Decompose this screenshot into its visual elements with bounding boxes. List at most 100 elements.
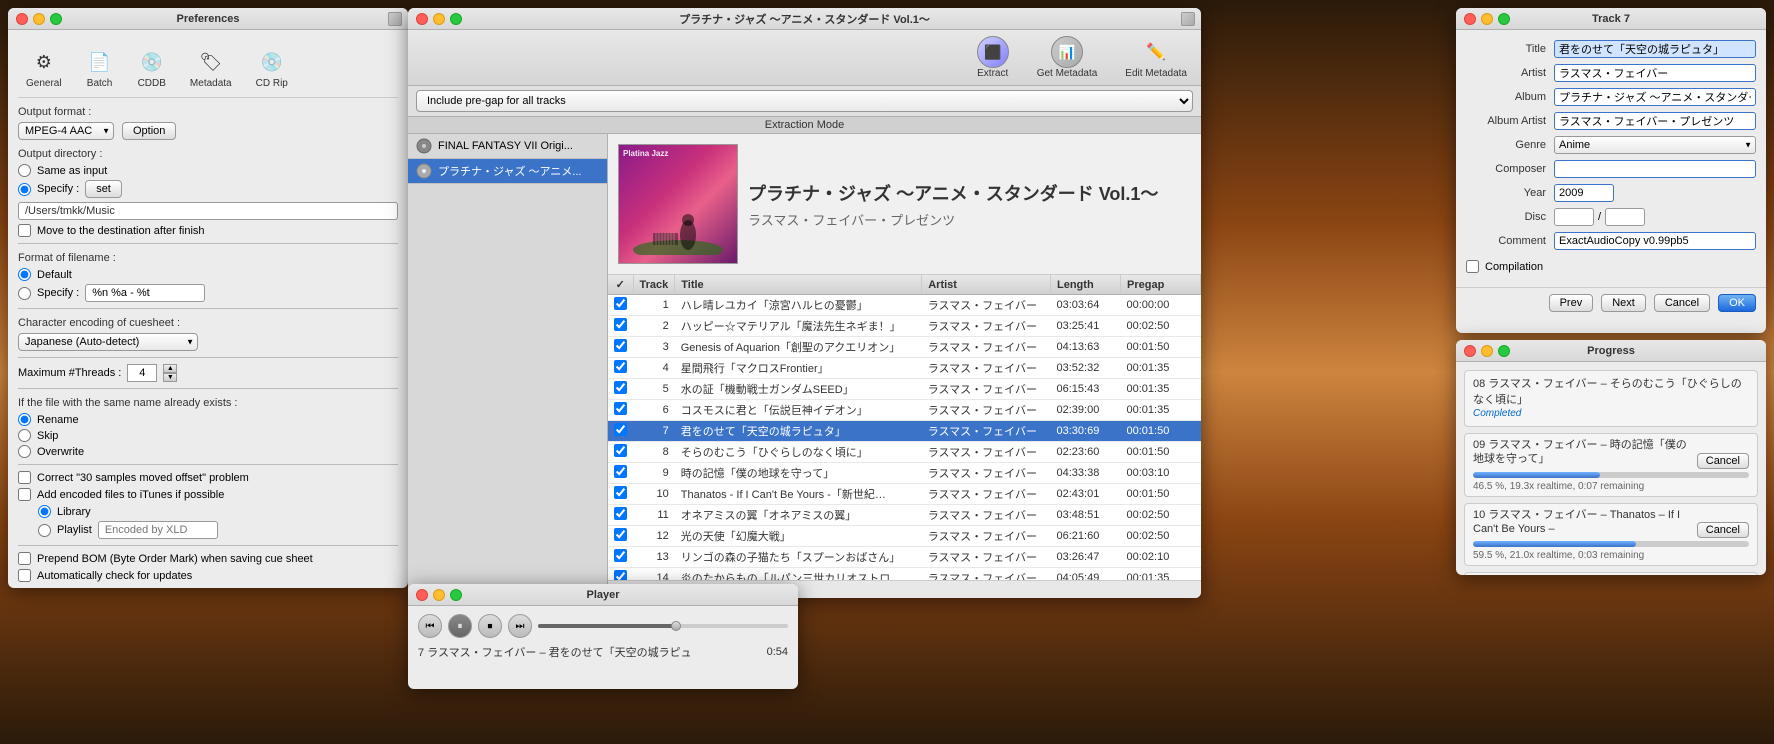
player-slider-thumb[interactable]: [671, 621, 681, 631]
table-row[interactable]: 7 君をのせて「天空の城ラピュタ」 ラスマス・フェイバー 03:30:69 00…: [608, 421, 1201, 442]
progress-maximize-btn[interactable]: [1498, 345, 1510, 357]
encoding-select[interactable]: Japanese (Auto-detect): [18, 333, 198, 351]
track-check-10[interactable]: [608, 505, 633, 526]
playlist-radio[interactable]: [38, 524, 51, 537]
comment-field-input[interactable]: [1554, 232, 1756, 250]
player-minimize-btn[interactable]: [433, 589, 445, 601]
table-row[interactable]: 6 コスモスに君と「伝説巨神イデオン」 ラスマス・フェイバー 02:39:00 …: [608, 400, 1201, 421]
main-resize-handle[interactable]: [1181, 12, 1195, 26]
track7-minimize-btn[interactable]: [1481, 13, 1493, 25]
disc-total-input[interactable]: [1605, 208, 1645, 226]
prev-button[interactable]: Prev: [1549, 294, 1594, 312]
cancel-button[interactable]: Cancel: [1654, 294, 1710, 312]
format-field[interactable]: [85, 284, 205, 302]
genre-select-wrapper[interactable]: Anime ▼: [1554, 136, 1756, 154]
track-checkbox-1[interactable]: [614, 318, 627, 331]
metadata-toolbar-btn[interactable]: 🏷 Metadata: [182, 44, 240, 93]
main-minimize-btn[interactable]: [433, 13, 445, 25]
thread-count-input[interactable]: [127, 364, 157, 382]
track7-maximize-btn[interactable]: [1498, 13, 1510, 25]
edit-metadata-btn[interactable]: ✏️ Edit Metadata: [1119, 34, 1193, 81]
player-next-btn[interactable]: ⏭: [508, 614, 532, 638]
track-check-1[interactable]: [608, 316, 633, 337]
disc-input[interactable]: [1554, 208, 1594, 226]
artist-field-input[interactable]: [1554, 64, 1756, 82]
overwrite-radio[interactable]: [18, 445, 31, 458]
track-checkbox-6[interactable]: [614, 423, 627, 436]
title-field-input[interactable]: [1554, 40, 1756, 58]
progress-10-cancel-btn[interactable]: Cancel: [1697, 522, 1749, 538]
resize-handle[interactable]: [388, 12, 402, 26]
table-row[interactable]: 13 リンゴの森の子猫たち「スプーンおばさん」 ラスマス・フェイバー 03:26…: [608, 547, 1201, 568]
track-check-7[interactable]: [608, 442, 633, 463]
specify-radio[interactable]: [18, 183, 31, 196]
track-checkbox-3[interactable]: [614, 360, 627, 373]
player-prev-btn[interactable]: ⏮: [418, 614, 442, 638]
progress-close-btn[interactable]: [1464, 345, 1476, 357]
table-row[interactable]: 10 Thanatos - If I Can't Be Yours -「新世紀……: [608, 484, 1201, 505]
album-field-input[interactable]: [1554, 88, 1756, 106]
extract-btn[interactable]: ⬛ Extract: [971, 34, 1015, 81]
player-pause-btn[interactable]: ⏸: [448, 614, 472, 638]
year-field-input[interactable]: [1554, 184, 1614, 202]
output-format-select[interactable]: MPEG-4 AAC: [18, 122, 114, 140]
track-checkbox-10[interactable]: [614, 507, 627, 520]
library-radio[interactable]: [38, 505, 51, 518]
track-check-12[interactable]: [608, 547, 633, 568]
batch-toolbar-btn[interactable]: 📄 Batch: [78, 44, 122, 93]
default-format-radio[interactable]: [18, 268, 31, 281]
track-checkbox-7[interactable]: [614, 444, 627, 457]
track-check-3[interactable]: [608, 358, 633, 379]
encoding-select-wrapper[interactable]: Japanese (Auto-detect): [18, 333, 198, 351]
progress-minimize-btn[interactable]: [1481, 345, 1493, 357]
table-row[interactable]: 9 時の記憶「僕の地球を守って」 ラスマス・フェイバー 04:33:38 00:…: [608, 463, 1201, 484]
track-checkbox-2[interactable]: [614, 339, 627, 352]
table-row[interactable]: 12 光の天使「幻魔大戦」 ラスマス・フェイバー 06:21:60 00:02:…: [608, 526, 1201, 547]
track-checkbox-11[interactable]: [614, 528, 627, 541]
track-check-6[interactable]: [608, 421, 633, 442]
track-checkbox-8[interactable]: [614, 465, 627, 478]
track-checkbox-5[interactable]: [614, 402, 627, 415]
table-row[interactable]: 2 ハッピー☆マテリアル「魔法先生ネギま！」 ラスマス・フェイバー 03:25:…: [608, 316, 1201, 337]
skip-radio[interactable]: [18, 429, 31, 442]
track-checkbox-0[interactable]: [614, 297, 627, 310]
general-toolbar-btn[interactable]: ⚙ General: [18, 44, 70, 93]
progress-09-cancel-btn[interactable]: Cancel: [1697, 453, 1749, 469]
ok-button[interactable]: OK: [1718, 294, 1756, 312]
table-row[interactable]: 14 炎のたからもの「ルパン三世カリオストロ… ラスマス・フェイバー 04:05…: [608, 568, 1201, 581]
minimize-button[interactable]: [33, 13, 45, 25]
maximize-button[interactable]: [50, 13, 62, 25]
move-to-dest-checkbox[interactable]: [18, 224, 31, 237]
track-check-5[interactable]: [608, 400, 633, 421]
next-button[interactable]: Next: [1601, 294, 1646, 312]
table-row[interactable]: 1 ハレ晴レユカイ「涼宮ハルヒの憂鬱」 ラスマス・フェイバー 03:03:64 …: [608, 295, 1201, 316]
stepper-up[interactable]: ▲: [163, 364, 177, 373]
prepend-bom-checkbox[interactable]: [18, 552, 31, 565]
cddb-toolbar-btn[interactable]: 💿 CDDB: [130, 44, 174, 93]
track-check-13[interactable]: [608, 568, 633, 581]
set-button[interactable]: set: [85, 180, 122, 198]
player-maximize-btn[interactable]: [450, 589, 462, 601]
track-checkbox-9[interactable]: [614, 486, 627, 499]
table-row[interactable]: 4 星間飛行「マクロスFrontier」 ラスマス・フェイバー 03:52:32…: [608, 358, 1201, 379]
track-check-2[interactable]: [608, 337, 633, 358]
composer-field-input[interactable]: [1554, 160, 1756, 178]
track7-close-btn[interactable]: [1464, 13, 1476, 25]
player-stop-btn[interactable]: ⏹: [478, 614, 502, 638]
correct-30-checkbox[interactable]: [18, 471, 31, 484]
table-row[interactable]: 8 そらのむこう「ひぐらしのなく頃に」 ラスマス・フェイバー 02:23:60 …: [608, 442, 1201, 463]
main-maximize-btn[interactable]: [450, 13, 462, 25]
table-row[interactable]: 3 Genesis of Aquarion「創聖のアクエリオン」 ラスマス・フェ…: [608, 337, 1201, 358]
disc-list-item-0[interactable]: FINAL FANTASY VII Origi...: [408, 134, 607, 159]
track-checkbox-12[interactable]: [614, 549, 627, 562]
stepper-down[interactable]: ▼: [163, 373, 177, 382]
track-check-8[interactable]: [608, 463, 633, 484]
main-close-btn[interactable]: [416, 13, 428, 25]
specify-format-radio[interactable]: [18, 287, 31, 300]
track-check-4[interactable]: [608, 379, 633, 400]
option-button[interactable]: Option: [122, 122, 176, 140]
extraction-mode-select[interactable]: Include pre-gap for all tracks: [416, 90, 1193, 112]
player-close-btn[interactable]: [416, 589, 428, 601]
track-checkbox-13[interactable]: [614, 570, 627, 580]
same-as-input-radio[interactable]: [18, 164, 31, 177]
